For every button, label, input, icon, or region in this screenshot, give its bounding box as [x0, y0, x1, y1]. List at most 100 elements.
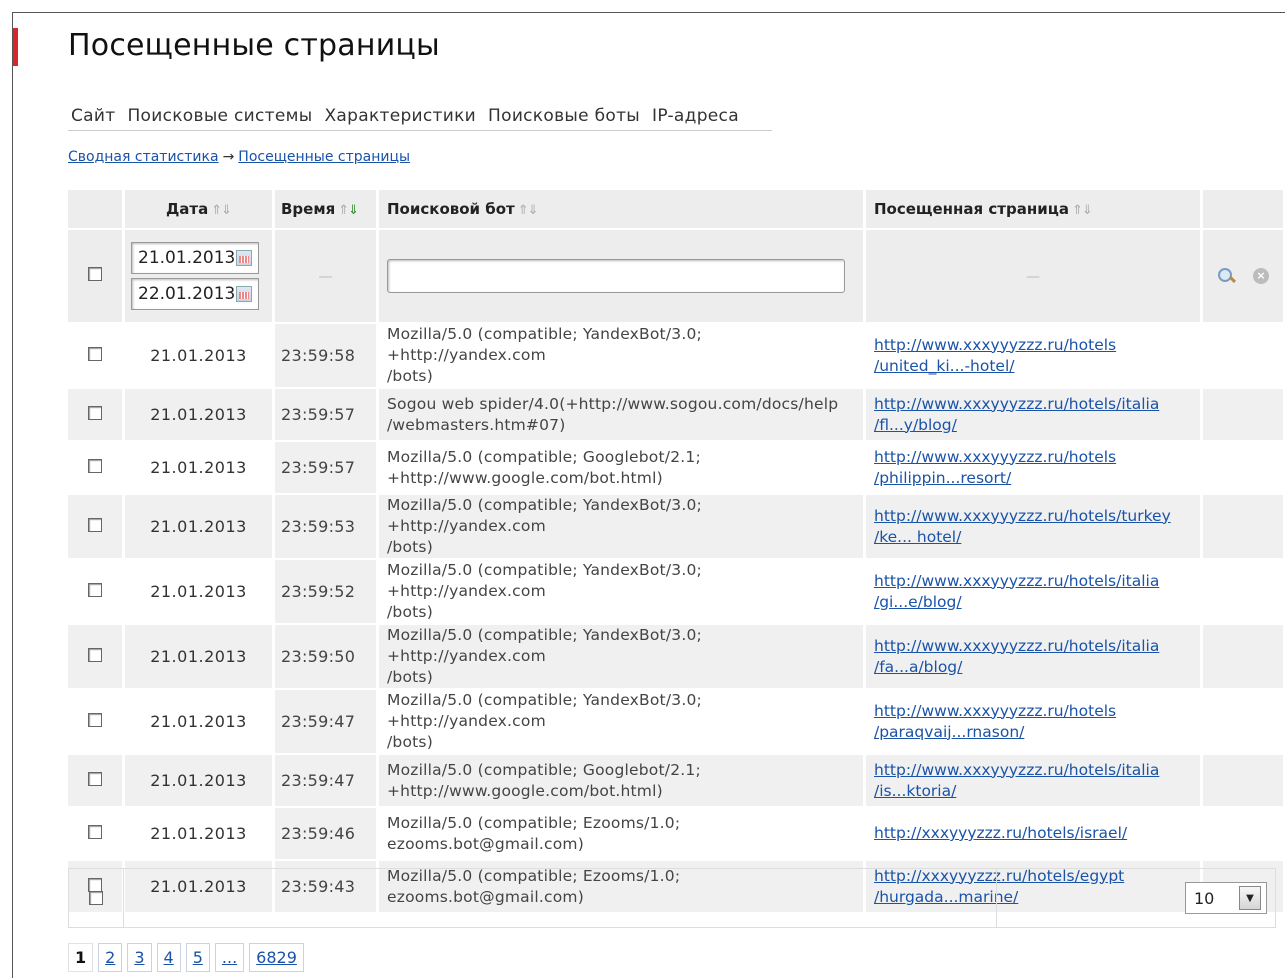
row-checkbox[interactable] [88, 405, 102, 420]
row-actions-cell [1203, 324, 1283, 387]
row-date: 21.01.2013 [125, 495, 272, 558]
row-checkbox[interactable] [88, 517, 102, 532]
row-date: 21.01.2013 [125, 808, 272, 859]
row-page-link[interactable]: http://www.xxxyyyzzz.ru/hotels/united_ki… [874, 336, 1116, 375]
row-page-link[interactable]: http://xxxyyyzzz.ru/hotels/israel/ [874, 824, 1127, 842]
calendar-icon[interactable] [236, 250, 252, 266]
date-from-field[interactable]: 21.01.2013 [131, 242, 259, 274]
page-current[interactable]: 1 [68, 943, 94, 972]
row-actions-cell [1203, 442, 1283, 493]
row-page-link[interactable]: http://www.xxxyyyzzz.ru/hotels/italia/fa… [874, 637, 1159, 676]
row-page-link[interactable]: http://www.xxxyyyzzz.ru/hotels/italia/is… [874, 761, 1159, 800]
breadcrumb-parent-link[interactable]: Сводная статистика [68, 149, 219, 165]
row-checkbox[interactable] [88, 771, 102, 786]
row-bot-line1: Mozilla/5.0 (compatible; Googlebot/2.1; [387, 760, 701, 779]
tab-site[interactable]: Сайт [68, 104, 124, 130]
header-bot[interactable]: Поисковой бот ⇑⇓ [379, 190, 863, 228]
row-page-link[interactable]: http://www.xxxyyyzzz.ru/hotels/philippin… [874, 448, 1116, 487]
row-bot: Mozilla/5.0 (compatible; YandexBot/3.0; … [379, 625, 863, 688]
sort-arrows-icon[interactable]: ⇑⇓ [1072, 203, 1093, 218]
table-row: 21.01.2013 23:59:57 Sogou web spider/4.0(+… [68, 389, 1283, 440]
table-row: 21.01.2013 23:59:52 Mozilla/5.0 (compatibl… [68, 560, 1283, 623]
row-date: 21.01.2013 [125, 560, 272, 623]
tab-ip-addresses[interactable]: IP-адреса [649, 104, 748, 130]
header-date[interactable]: Дата ⇑⇓ [125, 190, 272, 228]
per-page-select[interactable]: 10 ▼ [1185, 882, 1267, 914]
row-bot: Mozilla/5.0 (compatible; YandexBot/3.0; … [379, 495, 863, 558]
row-time: 23:59:46 [275, 808, 376, 859]
table-row: 21.01.2013 23:59:58 Mozilla/5.0 (compatibl… [68, 324, 1283, 387]
row-date: 21.01.2013 [125, 442, 272, 493]
row-page-link[interactable]: http://www.xxxyyyzzz.ru/hotels/turkey/ke… [874, 507, 1171, 546]
row-checkbox[interactable] [88, 824, 102, 839]
row-page: http://www.xxxyyyzzz.ru/hotels/italia/fa… [866, 625, 1200, 688]
page-link[interactable]: 3 [127, 943, 152, 972]
page-link[interactable]: 6829 [249, 943, 304, 972]
row-bot-line2: /bots) [387, 538, 433, 556]
row-checkbox[interactable] [88, 582, 102, 597]
row-checkbox[interactable] [88, 346, 102, 361]
row-checkbox[interactable] [88, 458, 102, 473]
row-page: http://xxxyyyzzz.ru/hotels/israel/ [866, 808, 1200, 859]
row-bot: Mozilla/5.0 (compatible; Googlebot/2.1; +… [379, 442, 863, 493]
row-bot-line2: /webmasters.htm#07) [387, 415, 566, 434]
select-all-checkbox[interactable] [88, 267, 102, 281]
breadcrumb: Сводная статистика → Посещенные страницы [68, 149, 410, 165]
visited-pages-table: Дата ⇑⇓ Время ⇑⇓ Поисковой бот ⇑⇓ Посещенна… [65, 188, 1285, 914]
sort-arrows-icon[interactable]: ⇑⇓ [338, 203, 359, 218]
page-link[interactable]: 5 [185, 943, 210, 972]
row-time: 23:59:58 [275, 324, 376, 387]
date-to-field[interactable]: 22.01.2013 [131, 278, 259, 310]
row-checkbox-cell [68, 495, 122, 558]
filter-date-cell: 21.01.2013 22.01.2013 [125, 230, 272, 322]
row-bot-line1: Mozilla/5.0 (compatible; YandexBot/3.0; … [387, 496, 702, 535]
pagination: 1 2 3 4 5... 6829 [68, 943, 304, 972]
row-actions-cell [1203, 560, 1283, 623]
row-checkbox[interactable] [88, 712, 102, 727]
row-checkbox-cell [68, 389, 122, 440]
footer-middle [124, 869, 997, 927]
row-actions-cell [1203, 690, 1283, 753]
search-icon[interactable] [1217, 267, 1235, 285]
row-time: 23:59:57 [275, 442, 376, 493]
row-page: http://www.xxxyyyzzz.ru/hotels/turkey/ke… [866, 495, 1200, 558]
page-link[interactable]: 4 [156, 943, 181, 972]
row-checkbox-cell [68, 808, 122, 859]
page-filter-placeholder: — [1026, 269, 1040, 285]
tab-search-bots[interactable]: Поисковые боты [485, 104, 649, 130]
header-bot-label: Поисковой бот [387, 200, 515, 218]
page-link[interactable]: ... [214, 943, 245, 972]
chevron-down-icon[interactable]: ▼ [1239, 886, 1261, 910]
row-bot: Mozilla/5.0 (compatible; YandexBot/3.0; … [379, 690, 863, 753]
breadcrumb-current-link[interactable]: Посещенные страницы [238, 149, 410, 165]
calendar-icon[interactable] [236, 286, 252, 302]
header-page[interactable]: Посещенная страница ⇑⇓ [866, 190, 1200, 228]
tab-search-engines[interactable]: Поисковые системы [124, 104, 321, 130]
table-header-row: Дата ⇑⇓ Время ⇑⇓ Поисковой бот ⇑⇓ Посещенна… [68, 190, 1283, 228]
clear-icon[interactable]: × [1253, 268, 1269, 284]
row-actions-cell [1203, 808, 1283, 859]
sort-arrows-icon[interactable]: ⇑⇓ [211, 203, 232, 218]
tab-characteristics[interactable]: Характеристики [321, 104, 485, 130]
row-actions-cell [1203, 495, 1283, 558]
row-time: 23:59:50 [275, 625, 376, 688]
footer-checkbox-cell [69, 869, 124, 927]
row-page: http://www.xxxyyyzzz.ru/hotels/philippin… [866, 442, 1200, 493]
page-link[interactable]: 2 [98, 943, 123, 972]
row-checkbox[interactable] [88, 647, 102, 662]
row-checkbox-cell [68, 560, 122, 623]
row-bot: Mozilla/5.0 (compatible; Ezooms/1.0; ezoo… [379, 808, 863, 859]
row-bot-line2: /bots) [387, 603, 433, 621]
row-bot-line2: /bots) [387, 367, 433, 385]
table-row: 21.01.2013 23:59:53 Mozilla/5.0 (compatibl… [68, 495, 1283, 558]
sort-arrows-icon[interactable]: ⇑⇓ [518, 203, 539, 218]
row-page-link[interactable]: http://www.xxxyyyzzz.ru/hotels/paraqvaij… [874, 702, 1116, 741]
header-time[interactable]: Время ⇑⇓ [275, 190, 376, 228]
row-page-link[interactable]: http://www.xxxyyyzzz.ru/hotels/italia/fl… [874, 395, 1159, 434]
bot-filter-input[interactable] [387, 259, 845, 293]
footer-select-all-checkbox[interactable] [89, 891, 103, 905]
accent-bar [13, 28, 18, 66]
row-bot-line2: /bots) [387, 733, 433, 751]
row-page-link[interactable]: http://www.xxxyyyzzz.ru/hotels/italia/gi… [874, 572, 1159, 611]
row-time: 23:59:47 [275, 690, 376, 753]
